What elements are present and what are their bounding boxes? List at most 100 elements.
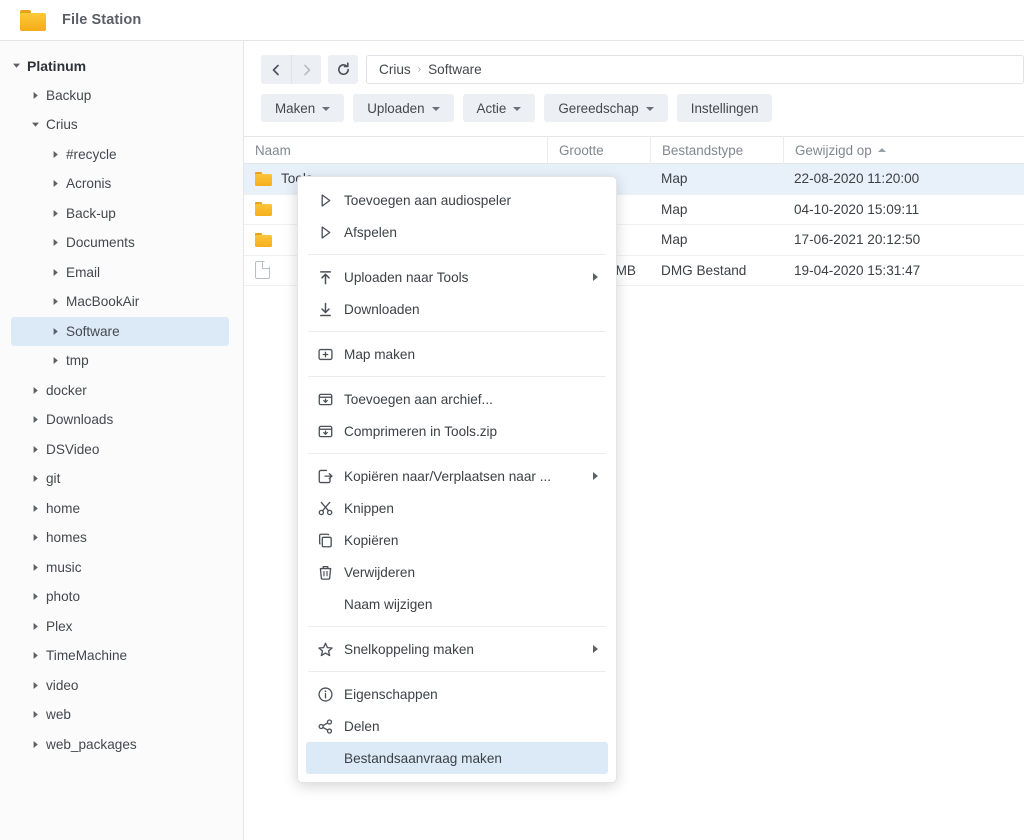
breadcrumb-path-input[interactable]: Crius › Software: [366, 55, 1024, 84]
caret-right-icon[interactable]: [28, 563, 42, 572]
caret-right-icon[interactable]: [28, 91, 42, 100]
sidebar-item-video[interactable]: video: [0, 671, 243, 701]
navigation-row: Crius › Software: [261, 55, 1024, 84]
file-icon: [255, 261, 270, 280]
chevron-right-icon: [300, 63, 314, 77]
sidebar-item-downloads[interactable]: Downloads: [0, 405, 243, 435]
sidebar-item-backup[interactable]: Backup: [0, 81, 243, 111]
toolbar-button-instellingen[interactable]: Instellingen: [676, 94, 773, 122]
breadcrumb-root[interactable]: Crius: [379, 62, 411, 77]
menu-separator: [308, 671, 606, 672]
sidebar-item-label: Documents: [66, 235, 135, 251]
context-menu[interactable]: Toevoegen aan audiospeler Afspelen Uploade…: [297, 176, 617, 783]
menu-item-kopi-ren-naar-verplaatsen-naar[interactable]: Kopiëren naar/Verplaatsen naar ...: [306, 460, 608, 492]
caret-right-icon[interactable]: [28, 740, 42, 749]
sidebar-item--recycle[interactable]: #recycle: [0, 140, 243, 170]
sidebar-item-platinum[interactable]: Platinum: [0, 51, 243, 81]
caret-down-icon[interactable]: [28, 120, 42, 129]
copy-icon: [306, 532, 344, 549]
sidebar-item-music[interactable]: music: [0, 553, 243, 583]
column-header-gewijzigd-op[interactable]: Gewijzigd op: [783, 136, 1024, 164]
toolbar-button-gereedschap[interactable]: Gereedschap: [544, 94, 668, 122]
caret-right-icon[interactable]: [48, 356, 62, 365]
refresh-button[interactable]: [328, 55, 358, 84]
toolbar-button-actie[interactable]: Actie: [462, 94, 536, 122]
sidebar-item-plex[interactable]: Plex: [0, 612, 243, 642]
menu-item-snelkoppeling-maken[interactable]: Snelkoppeling maken: [306, 633, 608, 665]
sidebar-item-software[interactable]: Software: [11, 316, 229, 346]
caret-right-icon[interactable]: [48, 179, 62, 188]
sidebar-item-label: web: [46, 707, 71, 723]
menu-item-map-maken[interactable]: Map maken: [306, 338, 608, 370]
trash-icon: [306, 564, 344, 581]
caret-right-icon[interactable]: [28, 504, 42, 513]
caret-right-icon[interactable]: [48, 238, 62, 247]
caret-right-icon[interactable]: [28, 710, 42, 719]
menu-item-toevoegen-aan-audiospeler[interactable]: Toevoegen aan audiospeler: [306, 184, 608, 216]
caret-right-icon[interactable]: [48, 268, 62, 277]
back-button[interactable]: [261, 55, 291, 84]
forward-button[interactable]: [291, 55, 321, 84]
menu-item-uploaden-naar-tools[interactable]: Uploaden naar Tools: [306, 261, 608, 293]
sidebar-item-web_packages[interactable]: web_packages: [0, 730, 243, 760]
sidebar-item-macbookair[interactable]: MacBookAir: [0, 287, 243, 317]
caret-right-icon[interactable]: [48, 209, 62, 218]
sidebar-item-acronis[interactable]: Acronis: [0, 169, 243, 199]
menu-item-bestandsaanvraag-maken[interactable]: Bestandsaanvraag maken: [306, 742, 608, 774]
sidebar-item-tmp[interactable]: tmp: [0, 346, 243, 376]
caret-right-icon[interactable]: [48, 150, 62, 159]
menu-item-downloaden[interactable]: Downloaden: [306, 293, 608, 325]
menu-item-knippen[interactable]: Knippen: [306, 492, 608, 524]
caret-right-icon[interactable]: [28, 445, 42, 454]
caret-right-icon[interactable]: [28, 533, 42, 542]
sidebar-item-git[interactable]: git: [0, 464, 243, 494]
sidebar-item-label: Downloads: [46, 412, 114, 428]
breadcrumb-current[interactable]: Software: [428, 62, 482, 77]
caret-right-icon[interactable]: [28, 474, 42, 483]
sidebar-item-timemachine[interactable]: TimeMachine: [0, 641, 243, 671]
play-outline-icon: [306, 192, 344, 209]
sidebar-item-web[interactable]: web: [0, 700, 243, 730]
sidebar-item-email[interactable]: Email: [0, 258, 243, 288]
menu-item-label: Kopiëren: [344, 532, 399, 548]
folder-tree-sidebar[interactable]: Platinum Backup Crius #recycle Acronis Back-u…: [0, 41, 244, 840]
action-button-row: Maken Uploaden Actie Gereedschap Instellinge…: [261, 94, 1024, 122]
caret-right-icon[interactable]: [28, 651, 42, 660]
sidebar-item-dsvideo[interactable]: DSVideo: [0, 435, 243, 465]
sidebar-item-label: #recycle: [66, 146, 117, 162]
sidebar-item-label: Acronis: [66, 176, 112, 192]
sidebar-item-crius[interactable]: Crius: [0, 110, 243, 140]
menu-item-toevoegen-aan-archief[interactable]: Toevoegen aan archief...: [306, 383, 608, 415]
toolbar-zone: Crius › Software Maken Uploaden Actie Geree…: [244, 41, 1024, 122]
toolbar-button-uploaden[interactable]: Uploaden: [353, 94, 454, 122]
upload-icon: [306, 269, 344, 286]
caret-right-icon[interactable]: [48, 297, 62, 306]
column-header-grootte[interactable]: Grootte: [547, 136, 650, 164]
sidebar-item-docker[interactable]: docker: [0, 376, 243, 406]
caret-right-icon[interactable]: [28, 386, 42, 395]
menu-item-comprimeren-in-tools-zip[interactable]: Comprimeren in Tools.zip: [306, 415, 608, 447]
sidebar-item-documents[interactable]: Documents: [0, 228, 243, 258]
column-header-naam[interactable]: Naam: [244, 136, 547, 164]
sidebar-item-photo[interactable]: photo: [0, 582, 243, 612]
caret-right-icon[interactable]: [28, 592, 42, 601]
menu-item-label: Delen: [344, 718, 380, 734]
cell-modified: 17-06-2021 20:12:50: [794, 232, 921, 248]
sidebar-item-homes[interactable]: homes: [0, 523, 243, 553]
sidebar-item-label: tmp: [66, 353, 89, 369]
caret-right-icon[interactable]: [28, 681, 42, 690]
caret-right-icon[interactable]: [28, 415, 42, 424]
caret-right-icon[interactable]: [48, 327, 62, 336]
menu-item-eigenschappen[interactable]: Eigenschappen: [306, 678, 608, 710]
column-header-bestandstype[interactable]: Bestandstype: [650, 136, 783, 164]
sidebar-item-home[interactable]: home: [0, 494, 243, 524]
menu-item-afspelen[interactable]: Afspelen: [306, 216, 608, 248]
caret-down-icon[interactable]: [9, 61, 23, 70]
caret-right-icon[interactable]: [28, 622, 42, 631]
menu-item-delen[interactable]: Delen: [306, 710, 608, 742]
sidebar-item-back-up[interactable]: Back-up: [0, 199, 243, 229]
menu-item-kopi-ren[interactable]: Kopiëren: [306, 524, 608, 556]
menu-item-naam-wijzigen[interactable]: Naam wijzigen: [306, 588, 608, 620]
menu-item-verwijderen[interactable]: Verwijderen: [306, 556, 608, 588]
toolbar-button-maken[interactable]: Maken: [261, 94, 345, 122]
